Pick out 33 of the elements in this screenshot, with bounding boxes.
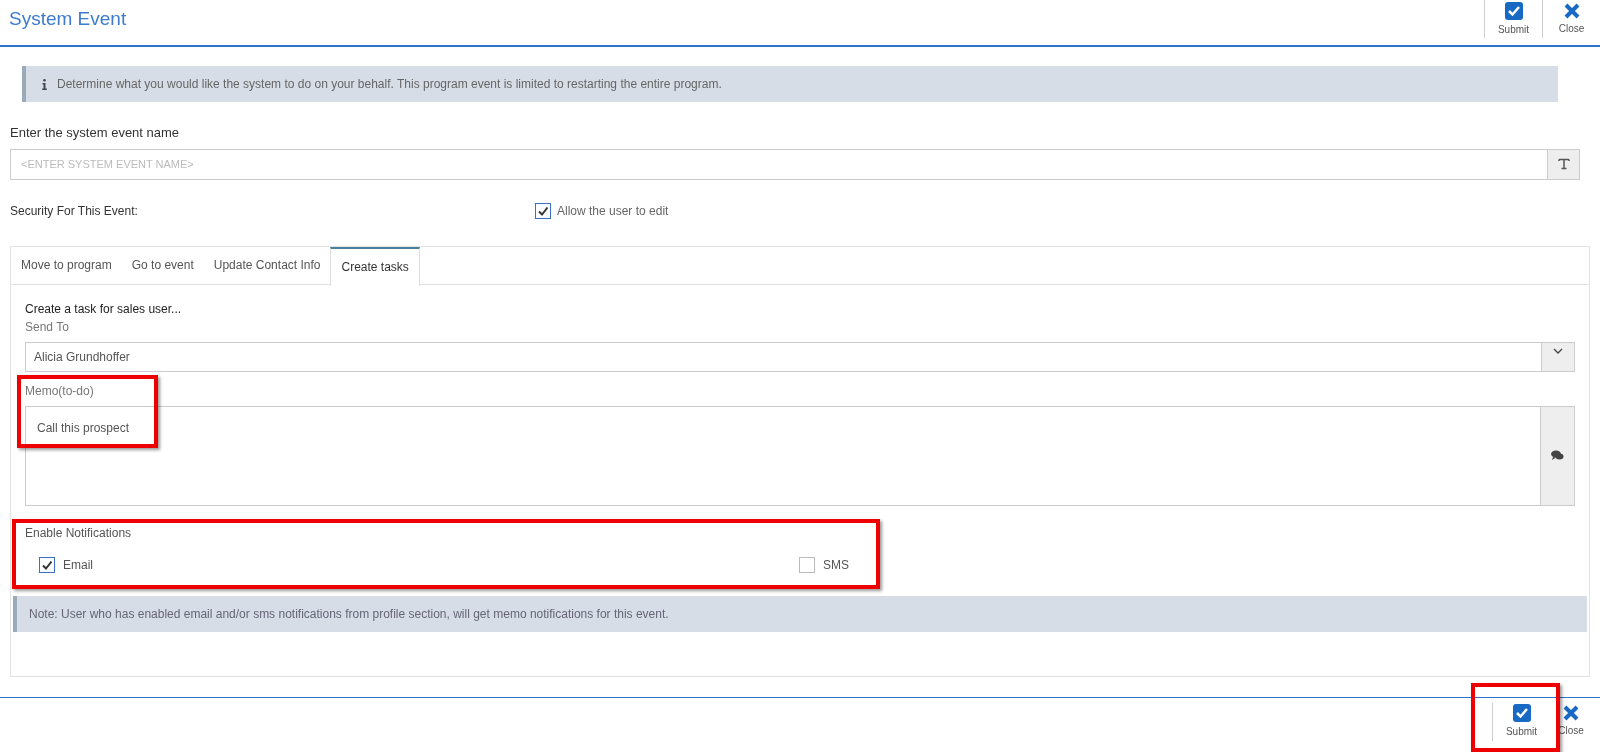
dropdown-value: Alicia Grundhoffer: [33, 348, 131, 366]
tab[interactable]: Update Contact Info: [203, 246, 331, 284]
task-heading: Create a task for sales user...: [25, 300, 182, 318]
close-icon: [1563, 705, 1579, 721]
checkbox-label: Allow the user to edit: [557, 202, 669, 220]
text-format-icon[interactable]: [1548, 148, 1580, 180]
checkbox-label: SMS: [823, 556, 849, 574]
field-label: Memo(to-do): [25, 382, 94, 400]
notification-checkbox[interactable]: [799, 556, 815, 573]
checkbox-icon: [1512, 704, 1531, 722]
field-label: Send To: [25, 318, 69, 336]
close-button[interactable]: Close: [1542, 0, 1600, 38]
security-label: Security For This Event:: [10, 202, 139, 220]
info-text: Determine what you would like the system to do on your behalf. This program event is limited to restarting the entire program.: [57, 76, 722, 93]
tab[interactable]: Move to program: [11, 246, 122, 284]
field-label: Enter the system event name: [10, 124, 180, 142]
allow-edit-checkbox[interactable]: [535, 202, 551, 219]
submit-button[interactable]: Submit: [1492, 702, 1550, 741]
notification-checkbox[interactable]: [39, 556, 55, 573]
event-name-field[interactable]: <ENTER SYSTEM EVENT NAME>: [10, 148, 1548, 180]
tab[interactable]: Create tasks: [330, 246, 420, 286]
checkbox-label: Email: [63, 556, 93, 574]
send-to-dropdown[interactable]: Alicia Grundhoffer: [25, 341, 1575, 372]
note-banner: Note: User who has enabled email and/or sms notifications from profile section, will get memo notifications for this event.: [13, 595, 1587, 632]
tab[interactable]: Go to event: [121, 246, 204, 284]
close-icon: [1563, 2, 1580, 19]
info-icon: [42, 78, 47, 90]
field-label: Enable Notifications: [25, 524, 132, 542]
memo-text: Call this prospect: [37, 420, 130, 435]
comments-icon[interactable]: [1540, 406, 1574, 505]
window-title: System Event: [9, 7, 127, 31]
submit-button[interactable]: Submit: [1484, 0, 1542, 38]
memo-field[interactable]: Call this prospect: [25, 405, 1575, 506]
